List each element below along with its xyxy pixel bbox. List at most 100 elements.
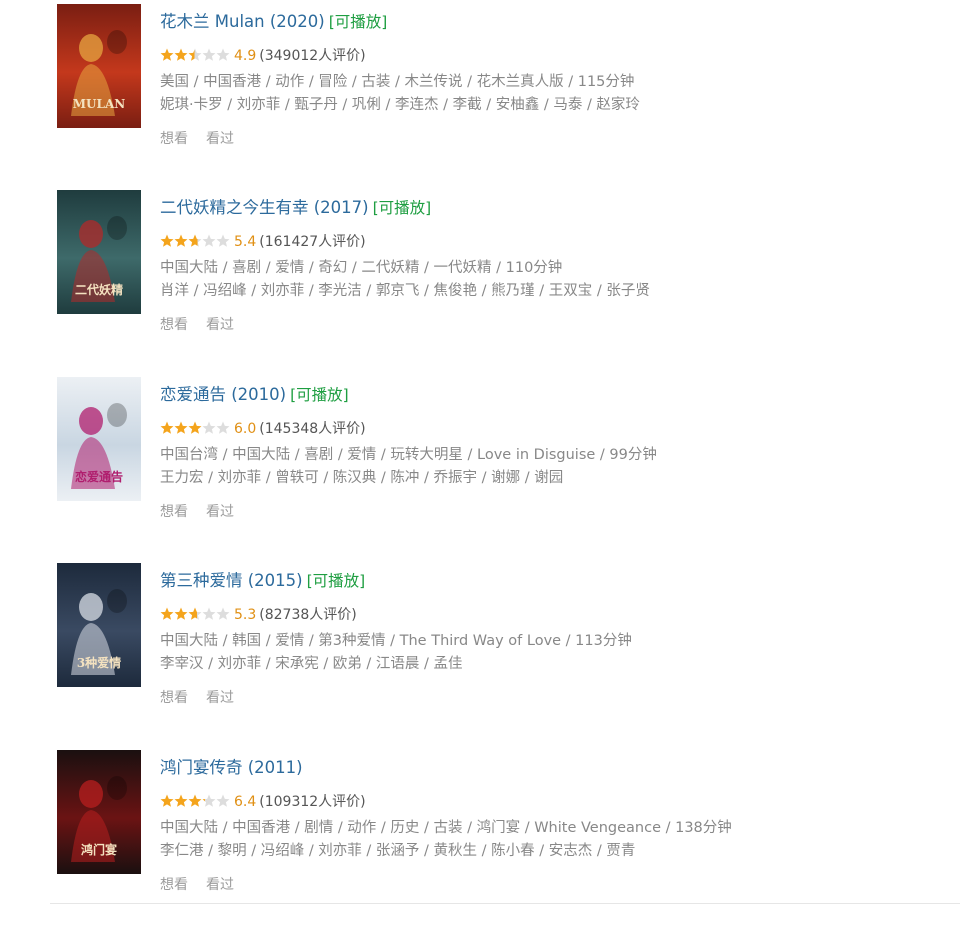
playable-link[interactable]: [可播放]: [329, 13, 388, 31]
star-icon: [174, 234, 188, 247]
playable-link[interactable]: [可播放]: [290, 386, 349, 404]
movie-actions: 想看 看过: [160, 315, 252, 335]
star-icon: [174, 607, 188, 620]
rating-score: 5.4: [234, 234, 257, 250]
movie-cast: 肖洋 / 冯绍峰 / 刘亦菲 / 李光洁 / 郭京飞 / 焦俊艳 / 熊乃瑾 /…: [160, 283, 650, 299]
movie-actions: 想看 看过: [160, 688, 252, 708]
rating-line: 5.3 (82738人评价): [160, 605, 357, 625]
want-to-watch-button[interactable]: 想看: [160, 504, 188, 520]
star-icon: [216, 421, 230, 434]
rating-line: 6.4 (109312人评价): [160, 792, 366, 812]
rating-count: (109312人评价): [259, 794, 366, 810]
movie-actions: 想看 看过: [160, 129, 252, 149]
star-icon: [174, 421, 188, 434]
movie-item: 鸿门宴 鸿门宴传奇 (2011) 6.4 (109312人评价) 中国大陆 / 中国香港…: [0, 750, 960, 936]
rating-score: 6.0: [234, 421, 257, 437]
star-icon: [216, 794, 230, 807]
svg-text:鸿门宴: 鸿门宴: [81, 842, 117, 857]
svg-text:MULAN: MULAN: [73, 97, 125, 111]
star-icon: [216, 607, 230, 620]
star-icon: [202, 607, 216, 620]
watched-button[interactable]: 看过: [206, 504, 234, 520]
star-icon: [188, 607, 202, 620]
star-icon: [174, 48, 188, 61]
star-icon: [188, 48, 202, 61]
movie-cast: 妮琪·卡罗 / 刘亦菲 / 甄子丹 / 巩俐 / 李连杰 / 李截 / 安柚鑫 …: [160, 97, 640, 113]
movie-cast: 李宰汉 / 刘亦菲 / 宋承宪 / 欧弟 / 江语晨 / 孟佳: [160, 656, 463, 672]
rating-count: (161427人评价): [259, 234, 366, 250]
svg-text:二代妖精: 二代妖精: [75, 282, 123, 297]
movie-cast: 王力宏 / 刘亦菲 / 曾轶可 / 陈汉典 / 陈冲 / 乔振宇 / 谢娜 / …: [160, 470, 564, 486]
want-to-watch-button[interactable]: 想看: [160, 131, 188, 147]
movie-cast: 李仁港 / 黎明 / 冯绍峰 / 刘亦菲 / 张涵予 / 黄秋生 / 陈小春 /…: [160, 843, 636, 859]
star-icon: [202, 421, 216, 434]
movie-meta: 中国大陆 / 中国香港 / 剧情 / 动作 / 历史 / 古装 / 鸿门宴 / …: [160, 820, 732, 836]
star-icon: [160, 794, 174, 807]
divider: [50, 903, 960, 904]
movie-item: 二代妖精 二代妖精之今生有幸 (2017) [可播放] 5.4 (161427人评价) 中…: [0, 190, 960, 376]
movie-title-link[interactable]: 鸿门宴传奇 (2011): [160, 758, 303, 777]
movie-meta: 中国台湾 / 中国大陆 / 喜剧 / 爱情 / 玩转大明星 / Love in …: [160, 447, 657, 463]
movie-title-link[interactable]: 二代妖精之今生有幸 (2017): [160, 198, 369, 217]
title-line: 第三种爱情 (2015) [可播放]: [160, 569, 365, 593]
movie-meta: 中国大陆 / 韩国 / 爱情 / 第3种爱情 / The Third Way o…: [160, 633, 632, 649]
rating-line: 4.9 (349012人评价): [160, 46, 366, 66]
star-icon: [160, 48, 174, 61]
star-icon: [216, 234, 230, 247]
title-line: 花木兰 Mulan (2020) [可播放]: [160, 10, 387, 34]
star-icon: [188, 421, 202, 434]
movie-poster[interactable]: 二代妖精: [57, 190, 141, 314]
star-icon: [160, 607, 174, 620]
movie-item: 恋爱通告 恋爱通告 (2010) [可播放] 6.0 (145348人评价) 中国台湾 /…: [0, 377, 960, 563]
star-icon: [202, 48, 216, 61]
rating-line: 5.4 (161427人评价): [160, 232, 366, 252]
rating-score: 4.9: [234, 48, 257, 64]
star-icon: [174, 794, 188, 807]
watched-button[interactable]: 看过: [206, 131, 234, 147]
movie-title-link[interactable]: 恋爱通告 (2010): [160, 385, 286, 404]
title-line: 鸿门宴传奇 (2011): [160, 756, 303, 780]
movie-meta: 中国大陆 / 喜剧 / 爱情 / 奇幻 / 二代妖精 / 一代妖精 / 110分…: [160, 260, 563, 276]
star-icon: [160, 421, 174, 434]
star-icon: [188, 794, 202, 807]
movie-poster[interactable]: 3种爱情: [57, 563, 141, 687]
rating-score: 5.3: [234, 607, 257, 623]
playable-link[interactable]: [可播放]: [373, 199, 432, 217]
rating-stars: [160, 607, 230, 620]
rating-stars: [160, 794, 230, 807]
title-line: 恋爱通告 (2010) [可播放]: [160, 383, 349, 407]
movie-actions: 想看 看过: [160, 875, 252, 895]
title-line: 二代妖精之今生有幸 (2017) [可播放]: [160, 196, 431, 220]
star-icon: [188, 234, 202, 247]
rating-count: (82738人评价): [259, 607, 357, 623]
want-to-watch-button[interactable]: 想看: [160, 690, 188, 706]
movie-item: MULAN 花木兰 Mulan (2020) [可播放] 4.9 (349012人评价)…: [0, 4, 960, 190]
star-icon: [216, 48, 230, 61]
rating-score: 6.4: [234, 794, 257, 810]
rating-line: 6.0 (145348人评价): [160, 419, 366, 439]
want-to-watch-button[interactable]: 想看: [160, 317, 188, 333]
watched-button[interactable]: 看过: [206, 317, 234, 333]
movie-title-link[interactable]: 第三种爱情 (2015): [160, 571, 303, 590]
movie-title-link[interactable]: 花木兰 Mulan (2020): [160, 12, 325, 31]
watched-button[interactable]: 看过: [206, 690, 234, 706]
want-to-watch-button[interactable]: 想看: [160, 877, 188, 893]
movie-poster[interactable]: 恋爱通告: [57, 377, 141, 501]
movie-poster[interactable]: MULAN: [57, 4, 141, 128]
svg-text:恋爱通告: 恋爱通告: [75, 469, 123, 484]
movie-meta: 美国 / 中国香港 / 动作 / 冒险 / 古装 / 木兰传说 / 花木兰真人版…: [160, 74, 635, 90]
watched-button[interactable]: 看过: [206, 877, 234, 893]
movie-item: 3种爱情 第三种爱情 (2015) [可播放] 5.3 (82738人评价) 中国大陆 /…: [0, 563, 960, 749]
rating-stars: [160, 234, 230, 247]
rating-stars: [160, 421, 230, 434]
movie-actions: 想看 看过: [160, 502, 252, 522]
svg-text:3种爱情: 3种爱情: [77, 655, 121, 670]
star-icon: [160, 234, 174, 247]
star-icon: [202, 794, 216, 807]
rating-count: (145348人评价): [259, 421, 366, 437]
rating-stars: [160, 48, 230, 61]
playable-link[interactable]: [可播放]: [307, 572, 366, 590]
star-icon: [202, 234, 216, 247]
movie-poster[interactable]: 鸿门宴: [57, 750, 141, 874]
rating-count: (349012人评价): [259, 48, 366, 64]
